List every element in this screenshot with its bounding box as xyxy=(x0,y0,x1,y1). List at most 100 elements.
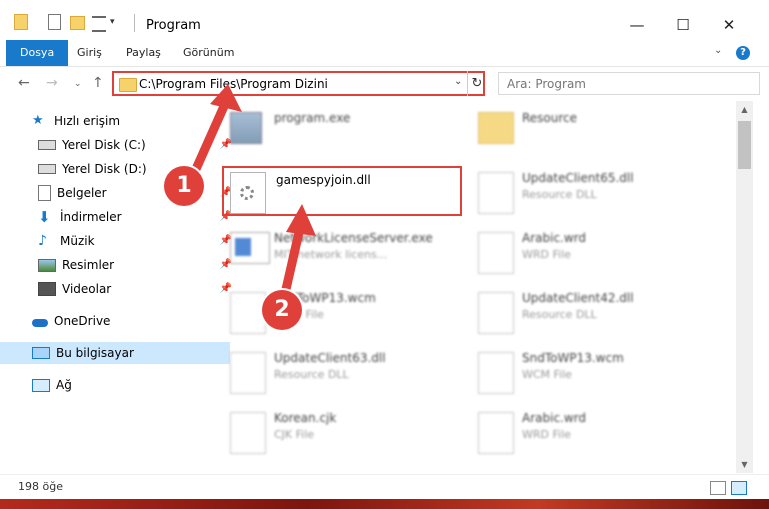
help-icon[interactable]: ? xyxy=(736,46,750,60)
file-name: UpdateClient63.dll xyxy=(274,351,386,365)
file-item[interactable]: SndToWP13.wcm WCM File xyxy=(222,286,462,336)
document-icon xyxy=(478,352,514,394)
customize-toolbar-icon[interactable] xyxy=(92,16,106,32)
download-icon: ⬇ xyxy=(38,208,51,226)
file-type: WRD File xyxy=(522,428,571,441)
sidebar-item-label: Yerel Disk (D:) xyxy=(62,162,147,176)
details-view-icon[interactable] xyxy=(710,481,726,495)
sidebar-item-disk-c[interactable]: Yerel Disk (C:) 📌 xyxy=(0,134,236,156)
sidebar-item-label: Bu bilgisayar xyxy=(56,346,134,360)
tab-gorunum[interactable]: Görünüm xyxy=(183,40,234,66)
scroll-up-icon[interactable]: ▲ xyxy=(736,101,753,118)
navigation-bar: ← → ⌄ ↑ C:\Program Files\Program Dizini … xyxy=(0,67,769,101)
star-icon: ★ xyxy=(32,113,44,128)
step-badge-2: 2 xyxy=(262,290,302,330)
desktop-background xyxy=(0,499,769,509)
up-arrow-icon[interactable]: ↑ xyxy=(92,75,104,91)
file-item[interactable]: Arabic.wrd WRD File xyxy=(470,406,710,456)
file-item[interactable]: Resource xyxy=(470,106,710,156)
sidebar-item-this-pc[interactable]: Bu bilgisayar xyxy=(0,342,230,364)
address-path: C:\Program Files\Program Dizini xyxy=(139,77,328,91)
sidebar-item-label: Resimler xyxy=(62,258,115,272)
tab-paylas[interactable]: Paylaş xyxy=(126,40,161,66)
minimize-button[interactable]: — xyxy=(614,10,660,40)
maximize-button[interactable]: ☐ xyxy=(660,10,706,40)
vertical-scrollbar[interactable]: ▲ ▼ xyxy=(736,101,753,473)
properties-icon[interactable] xyxy=(48,14,61,30)
back-arrow-icon[interactable]: ← xyxy=(18,75,30,91)
scroll-down-icon[interactable]: ▼ xyxy=(736,456,753,473)
file-name: NetworkLicenseServer.exe xyxy=(274,231,433,245)
document-icon xyxy=(230,412,266,454)
file-item[interactable]: SndToWP13.wcm WCM File xyxy=(470,346,710,396)
sidebar-item-quick-access[interactable]: ★ Hızlı erişim xyxy=(0,110,230,132)
status-bar: 198 öğe xyxy=(0,474,769,499)
file-item[interactable]: UpdateClient42.dll Resource DLL xyxy=(470,286,710,336)
scroll-thumb[interactable] xyxy=(738,121,751,169)
document-icon xyxy=(478,232,514,274)
file-name: UpdateClient42.dll xyxy=(522,291,634,305)
sidebar-item-videolar[interactable]: Videolar 📌 xyxy=(0,278,236,300)
refresh-icon[interactable]: ↻ xyxy=(467,71,486,96)
file-list: program.exe Resource gamespyjoin.dll Upd… xyxy=(222,106,734,471)
sidebar-item-label: Hızlı erişim xyxy=(54,114,121,128)
large-icons-view-icon[interactable] xyxy=(731,481,747,495)
file-type: WRD File xyxy=(522,248,571,261)
folder-icon xyxy=(14,14,28,30)
drive-icon xyxy=(38,164,56,174)
ribbon-tabs: Dosya Giriş Paylaş Görünüm ⌄ ? xyxy=(0,40,769,67)
exe-icon xyxy=(230,112,262,144)
file-item[interactable]: NetworkLicenseServer.exe MIT network lic… xyxy=(222,226,462,276)
title-bar: ▾ Program — ☐ ✕ xyxy=(0,0,769,40)
new-folder-icon[interactable] xyxy=(70,16,85,30)
file-name: SndToWP13.wcm xyxy=(522,351,624,365)
item-count: 198 öğe xyxy=(18,480,63,493)
video-icon xyxy=(38,282,56,296)
sidebar-item-network[interactable]: Ağ xyxy=(0,374,230,396)
dll-gear-icon xyxy=(230,172,266,214)
sidebar-item-label: Ağ xyxy=(56,378,72,392)
document-icon xyxy=(230,292,266,334)
navigation-pane: ★ Hızlı erişim Yerel Disk (C:) 📌 Yerel D… xyxy=(0,106,232,471)
dll-gear-icon xyxy=(478,172,514,214)
tab-dosya[interactable]: Dosya xyxy=(6,40,69,66)
sidebar-item-onedrive[interactable]: OneDrive xyxy=(0,310,230,332)
pictures-icon xyxy=(38,258,56,272)
folder-icon xyxy=(119,78,137,92)
file-item-gamespyjoin[interactable]: gamespyjoin.dll xyxy=(222,166,462,216)
expand-ribbon-icon[interactable]: ⌄ xyxy=(714,45,722,56)
cloud-icon xyxy=(32,318,48,327)
explorer-window: ▾ Program — ☐ ✕ Dosya Giriş Paylaş Görün… xyxy=(0,0,769,499)
file-item[interactable]: program.exe xyxy=(222,106,462,156)
file-item[interactable]: Arabic.wrd WRD File xyxy=(470,226,710,276)
folder-icon xyxy=(478,112,514,144)
tab-giris[interactable]: Giriş xyxy=(77,40,102,66)
file-name: gamespyjoin.dll xyxy=(276,173,371,187)
chevron-down-icon[interactable]: ▾ xyxy=(110,17,115,33)
close-button[interactable]: ✕ xyxy=(706,10,752,40)
file-item[interactable]: Korean.cjk CJK File xyxy=(222,406,462,456)
exe-icon xyxy=(230,232,270,264)
search-placeholder: Ara: Program xyxy=(507,77,586,91)
title-divider xyxy=(134,14,135,32)
file-item[interactable]: UpdateClient63.dll Resource DLL xyxy=(222,346,462,396)
chevron-down-icon[interactable]: ⌄ xyxy=(454,76,462,87)
file-item[interactable]: UpdateClient65.dll Resource DLL xyxy=(470,166,710,216)
file-type: Resource DLL xyxy=(274,368,349,381)
file-name: Arabic.wrd xyxy=(522,411,587,425)
dll-gear-icon xyxy=(478,292,514,334)
sidebar-item-indirmeler[interactable]: ⬇ İndirmeler 📌 xyxy=(0,206,236,228)
search-input[interactable]: Ara: Program xyxy=(498,72,760,95)
file-name: program.exe xyxy=(274,111,351,125)
sidebar-item-label: Videolar xyxy=(62,282,112,296)
drive-icon xyxy=(38,140,56,150)
file-type: CJK File xyxy=(274,428,315,441)
address-bar[interactable]: C:\Program Files\Program Dizini ⌄ ↻ xyxy=(112,71,485,96)
recent-locations-icon[interactable]: ⌄ xyxy=(74,79,82,89)
file-name: Korean.cjk xyxy=(274,411,337,425)
sidebar-item-muzik[interactable]: ♪ Müzik 📌 xyxy=(0,230,236,252)
file-name: Resource xyxy=(522,111,578,125)
music-icon: ♪ xyxy=(38,233,47,249)
sidebar-item-resimler[interactable]: Resimler 📌 xyxy=(0,254,236,276)
forward-arrow-icon[interactable]: → xyxy=(46,75,58,91)
